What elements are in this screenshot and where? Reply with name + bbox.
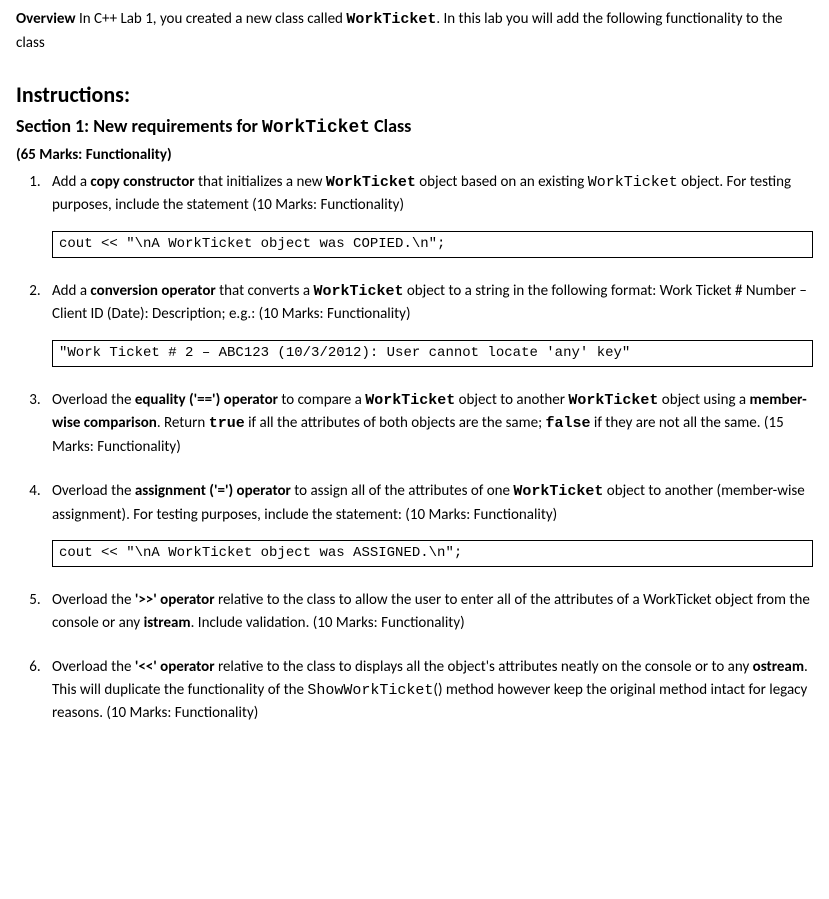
code-box: cout << "\nA WorkTicket object was COPIE… [52,231,813,258]
text-run: WorkTicket [313,283,403,300]
text-run: WorkTicket [568,392,658,409]
requirement-item: Overload the '>>' operator relative to t… [44,589,813,634]
requirement-item: Overload the equality ('==') operator to… [44,389,813,459]
overview-class-name: WorkTicket [346,11,436,28]
section1-class-name: WorkTicket [262,118,370,138]
text-run: '<<' operator [135,658,215,676]
text-run: Overload the [52,658,135,676]
code-box: cout << "\nA WorkTicket object was ASSIG… [52,540,813,567]
text-run: '>>' operator [135,591,215,609]
instructions-heading: Instructions: [16,78,813,111]
text-run: false [545,415,590,432]
text-run: assignment ('=') operator [135,482,291,500]
requirement-text: Add a copy constructor that initializes … [52,173,791,215]
text-run: Overload the [52,591,135,609]
requirement-item: Overload the assignment ('=') operator t… [44,480,813,567]
text-run: equality ('==') operator [135,391,278,409]
requirement-text: Add a conversion operator that converts … [52,282,807,324]
text-run: conversion operator [90,282,215,300]
requirement-item: Overload the '<<' operator relative to t… [44,656,813,725]
overview-text-pre: In C++ Lab 1, you created a new class ca… [76,10,347,28]
text-run: that converts a [216,282,314,300]
text-run: WorkTicket [326,174,416,191]
text-run: WorkTicket [513,483,603,500]
text-run: if all the attributes of both objects ar… [245,414,546,432]
text-run: . Include validation. (10 Marks: Functio… [191,614,465,632]
section1-suffix: Class [370,115,411,137]
text-run: copy constructor [90,173,194,191]
text-run: to compare a [278,391,365,409]
text-run: relative to the class to displays all th… [215,658,753,676]
section1-prefix: Section 1: New requirements for [16,115,262,137]
text-run: Add a [52,282,90,300]
requirement-text: Overload the '>>' operator relative to t… [52,591,810,632]
text-run: that initializes a new [195,173,326,191]
text-run: object to another [455,391,568,409]
requirement-text: Overload the '<<' operator relative to t… [52,658,808,722]
text-run: object based on an existing [416,173,588,191]
text-run: WorkTicket [365,392,455,409]
text-run: WorkTicket [588,174,678,191]
overview-label: Overview [16,10,76,28]
requirement-item: Add a copy constructor that initializes … [44,171,813,258]
text-run: . Return [157,414,209,432]
text-run: true [209,415,245,432]
text-run: Overload the [52,482,135,500]
text-run: ShowWorkTicket [307,682,433,699]
requirement-text: Overload the assignment ('=') operator t… [52,482,805,524]
text-run: object using a [658,391,749,409]
section1-marks: (65 Marks: Functionality) [16,144,813,167]
text-run: ostream [753,658,804,676]
text-run: istream [144,614,191,632]
requirement-text: Overload the equality ('==') operator to… [52,391,807,456]
text-run: to assign all of the attributes of one [291,482,513,500]
code-box: "Work Ticket # 2 – ABC123 (10/3/2012): U… [52,340,813,367]
requirement-item: Add a conversion operator that converts … [44,280,813,367]
text-run: Overload the [52,391,135,409]
text-run: Add a [52,173,90,191]
section1-heading: Section 1: New requirements for WorkTick… [16,113,813,142]
overview-paragraph: Overview In C++ Lab 1, you created a new… [16,8,813,54]
requirements-list: Add a copy constructor that initializes … [44,171,813,725]
